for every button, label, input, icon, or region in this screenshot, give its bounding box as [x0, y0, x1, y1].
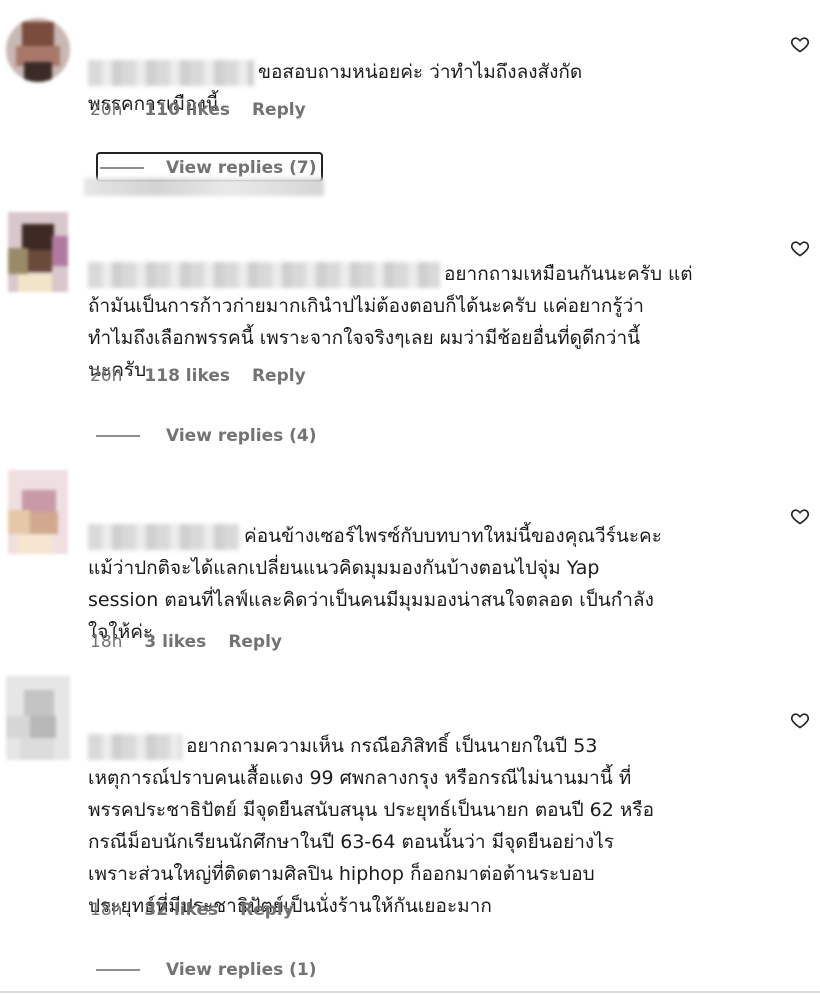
comment-meta: 20h 110 likes Reply — [90, 100, 306, 120]
heart-icon[interactable] — [790, 34, 810, 54]
comment-meta: 18h 3 likes Reply — [90, 632, 282, 652]
avatar[interactable] — [8, 212, 68, 292]
heart-icon[interactable] — [790, 710, 810, 730]
divider — [96, 969, 140, 971]
username-blurred[interactable] — [88, 59, 254, 86]
view-replies-button[interactable]: View replies (4) — [96, 426, 317, 446]
view-replies-button[interactable]: View replies (1) — [96, 960, 317, 980]
heart-icon[interactable] — [790, 506, 810, 526]
like-count[interactable]: 118 likes — [144, 366, 230, 386]
avatar[interactable] — [8, 470, 68, 554]
timestamp: 20h — [90, 366, 123, 386]
view-replies-label: View replies (4) — [166, 426, 317, 446]
divider — [100, 167, 144, 169]
avatar[interactable] — [6, 18, 70, 82]
reply-button[interactable]: Reply — [228, 632, 282, 652]
comment-text: อยากถามความเห็น กรณีอภิสิทธิ์ เป็นนายกใน… — [88, 733, 655, 917]
reply-button[interactable]: Reply — [252, 100, 306, 120]
view-replies-label: View replies (1) — [166, 960, 317, 980]
like-count[interactable]: 32 likes — [144, 900, 218, 920]
divider — [96, 435, 140, 437]
view-replies-label: View replies (7) — [166, 158, 317, 178]
comment-text: ค่อนข้างเซอร์ไพรซ์กับบทบาทใหม่นี้ของคุณว… — [88, 523, 662, 643]
username-blurred[interactable] — [88, 523, 240, 550]
username-blurred[interactable] — [88, 733, 182, 760]
bottom-divider — [0, 991, 820, 993]
comment-meta: 20h 118 likes Reply — [90, 366, 306, 386]
timestamp: 18h — [90, 900, 123, 920]
like-count[interactable]: 110 likes — [144, 100, 230, 120]
like-count[interactable]: 3 likes — [144, 632, 206, 652]
comment-meta: 18h 32 likes Reply — [90, 900, 294, 920]
heart-icon[interactable] — [790, 238, 810, 258]
timestamp: 20h — [90, 100, 123, 120]
comment-text: อยากถามเหมือนกันนะครับ แต่ ถ้ามันเป็นการ… — [88, 261, 693, 381]
blurred-area — [84, 178, 324, 196]
reply-button[interactable]: Reply — [240, 900, 294, 920]
timestamp: 18h — [90, 632, 123, 652]
reply-button[interactable]: Reply — [252, 366, 306, 386]
username-blurred[interactable] — [88, 261, 440, 288]
avatar[interactable] — [6, 676, 70, 760]
